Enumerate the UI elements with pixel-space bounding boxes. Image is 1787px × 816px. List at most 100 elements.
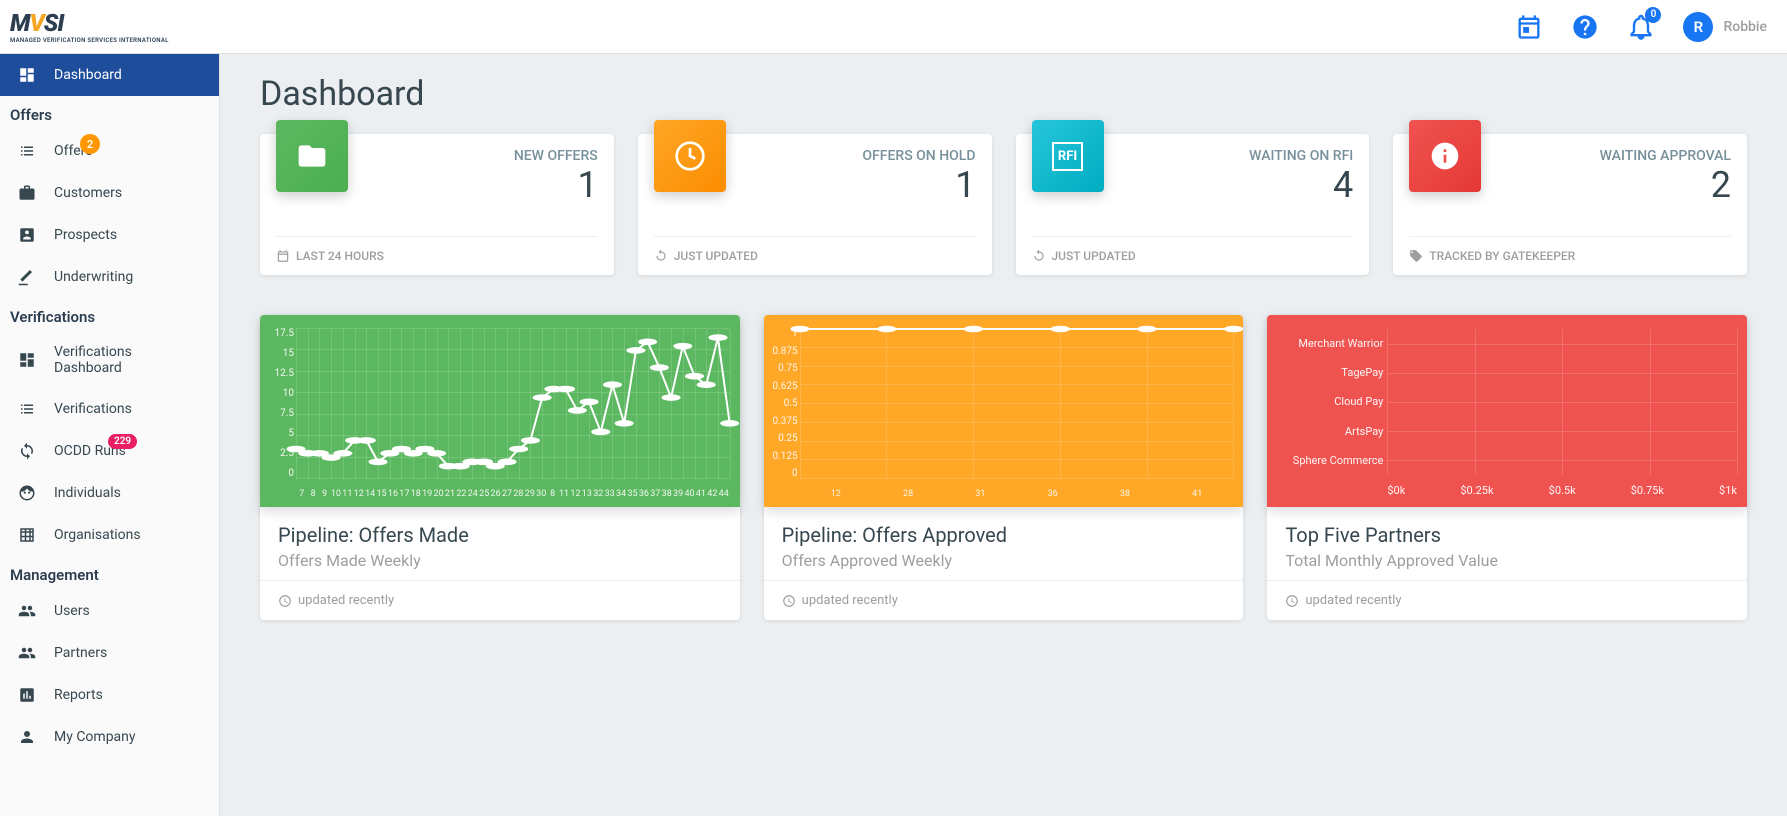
logo[interactable]: MVSI MANAGED VERIFICATION SERVICES INTER… [10,9,169,44]
y-axis: 00.1250.250.3750.50.6250.750.8751 [768,329,798,479]
chart-plot [296,329,730,479]
chart-title: Pipeline: Offers Approved [782,523,1226,547]
header: MVSI MANAGED VERIFICATION SERVICES INTER… [0,0,1787,54]
info-icon [1409,120,1481,192]
chart-footer: updated recently [1267,580,1747,620]
sidebar-item-label: Organisations [54,527,141,543]
sidebar-item-verifications-dashboard[interactable]: Verifications Dashboard [0,332,219,388]
sidebar-item-label: Reports [54,687,103,703]
x-axis: 122831363841 [800,489,1234,499]
face-icon [18,484,36,502]
sidebar-item-organisations[interactable]: Organisations [0,514,219,556]
sidebar-item-customers[interactable]: Customers [0,172,219,214]
briefcase-icon [18,184,36,202]
nav-section: Management [0,556,219,590]
stats-row: NEW OFFERS 1 LAST 24 HOURS OFFERS ON HOL… [260,134,1747,275]
sidebar-item-label: Individuals [54,485,121,501]
chart-card[interactable]: Merchant WarriorTagePayCloud PayArtsPayS… [1267,315,1747,620]
sidebar: Dashboard OffersOffers2 Customers Prospects… [0,54,220,816]
nav-section: Verifications [0,298,219,332]
list-icon [18,142,36,160]
dashboard-icon [18,351,36,369]
chart-subtitle: Offers Approved Weekly [782,551,1226,570]
sidebar-item-my-company[interactable]: My Company [0,716,219,758]
sidebar-item-offers[interactable]: Offers2 [0,130,219,172]
sidebar-item-underwriting[interactable]: Underwriting [0,256,219,298]
sidebar-item-prospects[interactable]: Prospects [0,214,219,256]
notifications-icon[interactable]: 0 [1627,13,1655,41]
folder-icon [276,120,348,192]
stat-card[interactable]: OFFERS ON HOLD 1 JUST UPDATED [638,134,992,275]
chart-footer: updated recently [764,580,1244,620]
logo-text: MVSI [10,9,63,37]
notification-badge: 0 [1645,7,1661,23]
sidebar-item-partners[interactable]: Partners [0,632,219,674]
chart-subtitle: Offers Made Weekly [278,551,722,570]
sidebar-item-individuals[interactable]: Individuals [0,472,219,514]
chart-area: Merchant WarriorTagePayCloud PayArtsPayS… [1267,315,1747,507]
chart-title: Pipeline: Offers Made [278,523,722,547]
page-title: Dashboard [260,74,1747,114]
sidebar-item-ocdd-runs[interactable]: OCDD Runs229 [0,430,219,472]
chart-card[interactable]: 00.1250.250.3750.50.6250.750.8751 122831… [764,315,1244,620]
chart-footer: updated recently [260,580,740,620]
person-icon [18,728,36,746]
sidebar-item-label: Prospects [54,227,117,243]
stat-footer: JUST UPDATED [654,236,976,275]
nav-section: Offers [0,96,219,130]
report-icon [18,686,36,704]
header-actions: 0 R Robbie [1515,12,1767,42]
stat-card[interactable]: RFI WAITING ON RFI 4 JUST UPDATED [1016,134,1370,275]
stat-label: NEW OFFERS [514,148,598,164]
y-axis: Merchant WarriorTagePayCloud PayArtsPayS… [1273,329,1383,475]
username: Robbie [1723,19,1767,35]
avatar: R [1683,12,1713,42]
stat-value: 1 [514,164,598,206]
chart-plot [800,329,1234,479]
rfi-icon: RFI [1032,120,1104,192]
chart-subtitle: Total Monthly Approved Value [1285,551,1729,570]
sidebar-item-label: Dashboard [54,67,122,83]
sidebar-item-label: Verifications Dashboard [54,344,201,376]
sidebar-item-label: Customers [54,185,122,201]
stat-footer: TRACKED BY GATEKEEPER [1409,236,1731,275]
stat-value: 2 [1600,164,1731,206]
main-content: Dashboard NEW OFFERS 1 LAST 24 HOURS OFF… [220,54,1787,816]
sync-icon [18,442,36,460]
gavel-icon [18,268,36,286]
stat-footer: LAST 24 HOURS [276,236,598,275]
building-icon [18,526,36,544]
logo-subtitle: MANAGED VERIFICATION SERVICES INTERNATIO… [10,37,169,44]
clock-icon [654,120,726,192]
stat-footer: JUST UPDATED [1032,236,1354,275]
chart-card[interactable]: 02.557.51012.51517.5 7891011121415161718… [260,315,740,620]
sidebar-item-label: Verifications [54,401,132,417]
sidebar-item-label: Underwriting [54,269,133,285]
contact-icon [18,226,36,244]
stat-label: WAITING ON RFI [1249,148,1353,164]
calendar-icon[interactable] [1515,13,1543,41]
stat-card[interactable]: WAITING APPROVAL 2 TRACKED BY GATEKEEPER [1393,134,1747,275]
stat-label: WAITING APPROVAL [1600,148,1731,164]
stat-value: 4 [1249,164,1353,206]
people-icon [18,602,36,620]
sidebar-item-users[interactable]: Users [0,590,219,632]
sidebar-item-reports[interactable]: Reports [0,674,219,716]
stat-label: OFFERS ON HOLD [862,148,975,164]
sidebar-item-verifications[interactable]: Verifications [0,388,219,430]
user-menu[interactable]: R Robbie [1683,12,1767,42]
x-axis: 7891011121415161718192021222425262728293… [296,489,730,499]
x-axis: $0k$0.25k$0.5k$0.75k$1k [1387,484,1737,497]
help-icon[interactable] [1571,13,1599,41]
badge: 2 [80,134,100,154]
chart-area: 00.1250.250.3750.50.6250.750.8751 122831… [764,315,1244,507]
dashboard-icon [18,66,36,84]
sidebar-item-label: Users [54,603,90,619]
chart-title: Top Five Partners [1285,523,1729,547]
stat-card[interactable]: NEW OFFERS 1 LAST 24 HOURS [260,134,614,275]
sidebar-item-dashboard[interactable]: Dashboard [0,54,219,96]
sidebar-item-label: Partners [54,645,107,661]
list-icon [18,400,36,418]
charts-row: 02.557.51012.51517.5 7891011121415161718… [260,315,1747,620]
sidebar-item-label: My Company [54,729,136,745]
